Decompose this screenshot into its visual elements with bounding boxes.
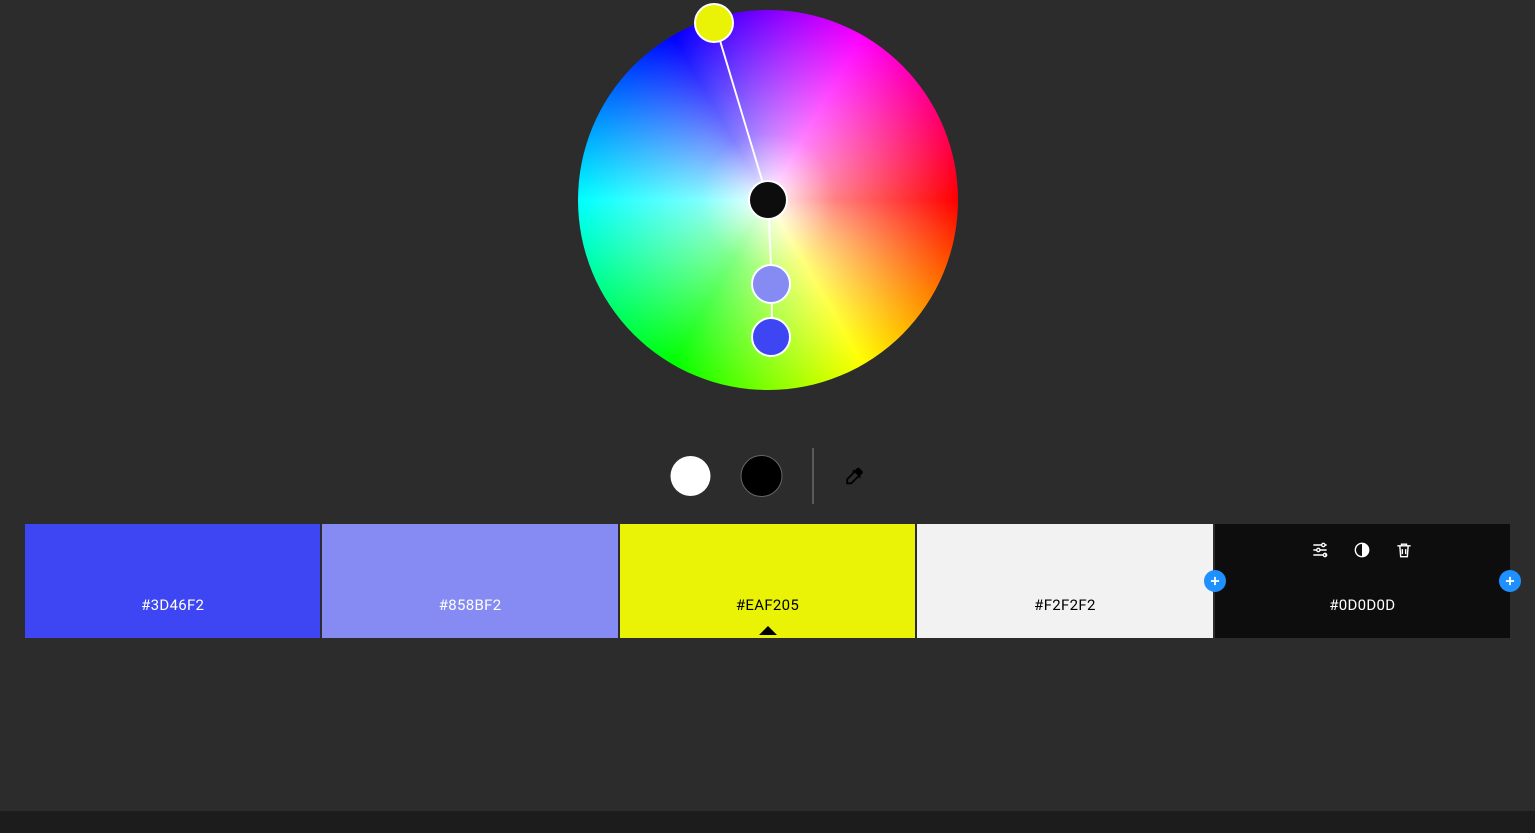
palette-swatch[interactable]: #EAF205 [620,524,915,638]
swatch-delete-button[interactable] [1394,540,1414,560]
plus-icon [1503,574,1517,588]
bottom-bar [0,811,1535,833]
add-swatch-button[interactable] [1204,570,1226,592]
swatch-hex-label: #0D0D0D [1329,596,1395,614]
color-wheel-handle[interactable] [694,3,734,43]
color-wheel[interactable] [578,10,958,390]
swatch-hex-label: #858BF2 [439,596,502,614]
color-editor-stage: #3D46F2 #858BF2 #EAF205 #F2F2F2 #0D0D0D [0,0,1535,833]
palette-swatch[interactable]: #F2F2F2 [917,524,1212,638]
swatch-hex-label: #F2F2F2 [1034,596,1096,614]
palette-swatch[interactable]: #0D0D0D [1215,524,1510,638]
background-mode-light-button[interactable] [670,456,710,496]
eyedropper-button[interactable] [843,465,865,487]
swatch-adjust-button[interactable] [1310,540,1330,560]
swatch-contrast-button[interactable] [1352,540,1372,560]
trash-icon [1394,540,1414,560]
swatch-actions [1215,540,1510,560]
swatch-hex-label: #3D46F2 [141,596,204,614]
sliders-icon [1310,540,1330,560]
palette-strip: #3D46F2 #858BF2 #EAF205 #F2F2F2 #0D0D0D [25,524,1510,638]
contrast-icon [1352,540,1372,560]
color-wheel-handle[interactable] [751,317,791,357]
eyedropper-icon [843,465,865,487]
color-wheel-handle[interactable] [751,264,791,304]
background-mode-toolbar [670,454,865,498]
add-swatch-button[interactable] [1499,570,1521,592]
base-color-caret-icon [759,626,777,635]
color-wheel-handle[interactable] [748,180,788,220]
swatch-hex-label: #EAF205 [736,596,799,614]
plus-icon [1208,574,1222,588]
background-mode-dark-button[interactable] [740,455,782,497]
toolbar-separator [812,448,813,504]
palette-swatch[interactable]: #3D46F2 [25,524,320,638]
palette-swatch[interactable]: #858BF2 [322,524,617,638]
